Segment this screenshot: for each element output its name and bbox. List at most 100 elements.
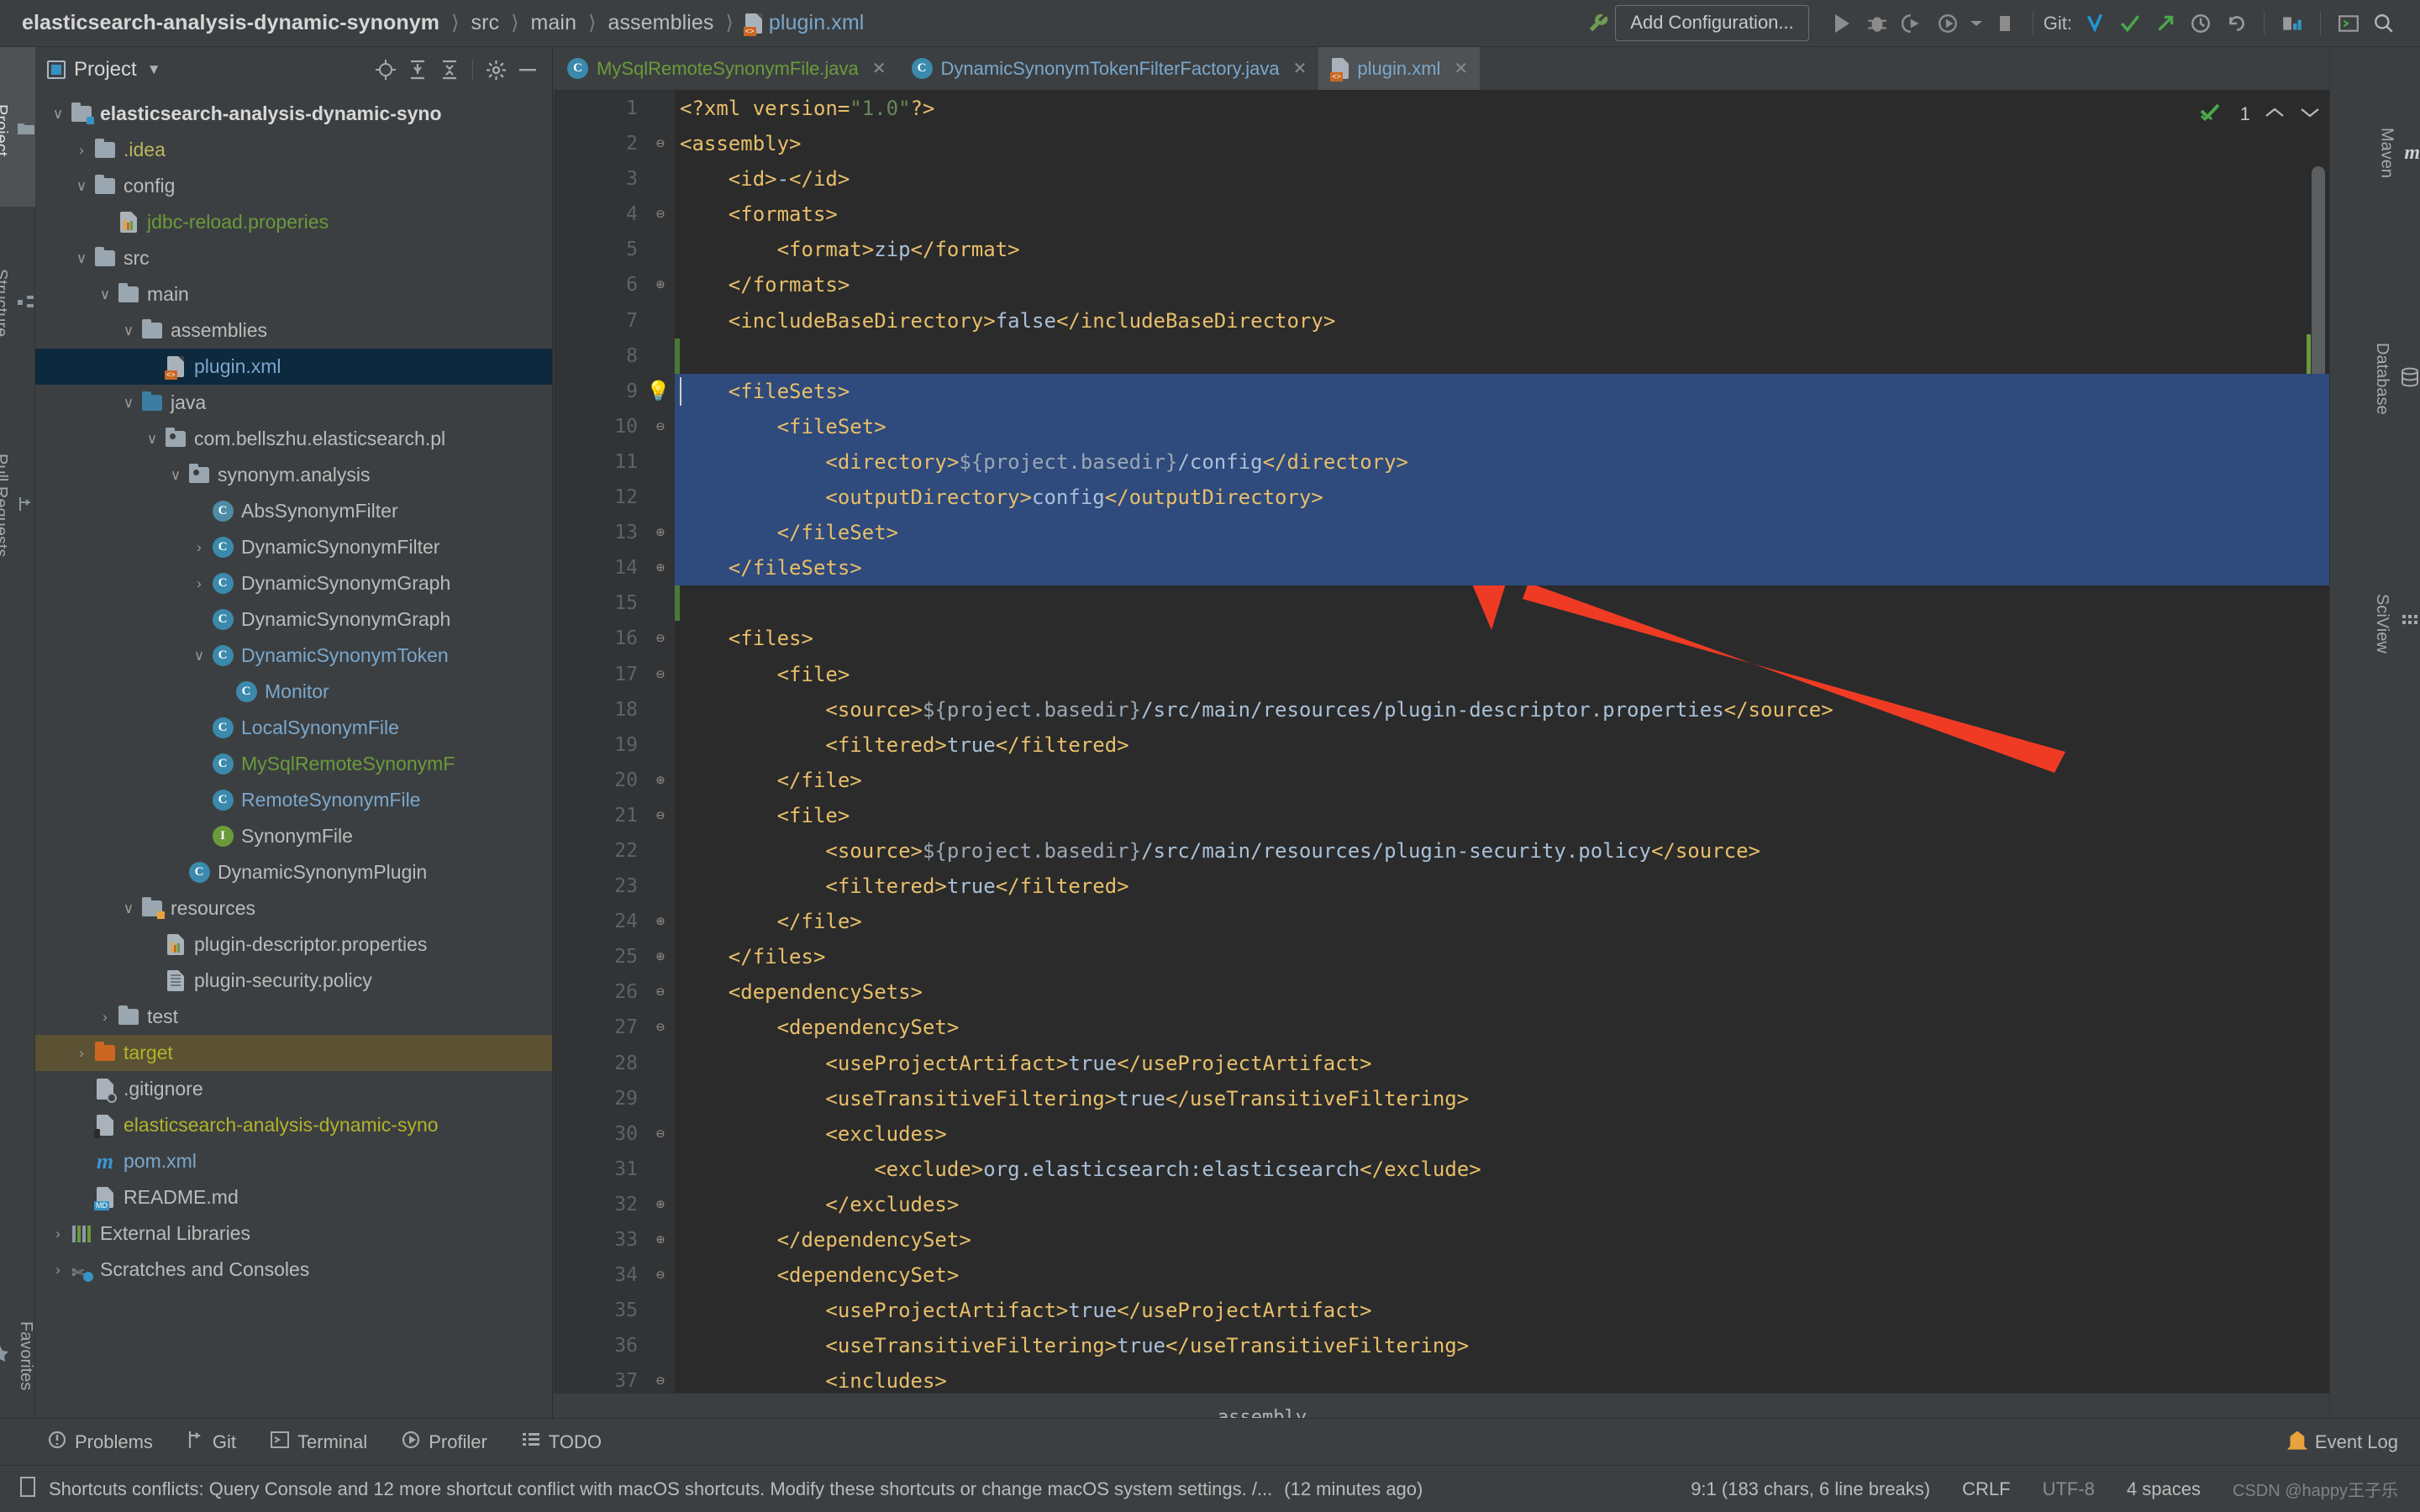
- tree-expand-arrow-icon[interactable]: ∨: [188, 648, 210, 664]
- tree-expand-arrow-icon[interactable]: ·: [188, 792, 210, 809]
- code-line[interactable]: 17 ⊖ <file>: [614, 657, 2329, 692]
- tree-expand-arrow-icon[interactable]: ·: [188, 756, 210, 773]
- bottom-item-git[interactable]: Git: [187, 1430, 236, 1455]
- code-fold-toggle-icon[interactable]: ⊕: [651, 550, 670, 585]
- tree-expand-arrow-icon[interactable]: ›: [94, 1009, 116, 1026]
- line-separator[interactable]: CRLF: [1962, 1478, 2010, 1500]
- chevron-down-icon[interactable]: ▼: [147, 61, 161, 78]
- git-commit-icon[interactable]: [2112, 6, 2148, 41]
- code-line[interactable]: 30 ⊖ <excludes>: [614, 1116, 2329, 1152]
- tree-expand-arrow-icon[interactable]: ·: [188, 612, 210, 628]
- bottom-item-problems[interactable]: Problems: [47, 1430, 153, 1455]
- code-line[interactable]: 25 ⊕ </files>: [614, 939, 2329, 974]
- tree-node[interactable]: ∨ assemblies: [35, 312, 552, 349]
- code-line[interactable]: 29 <useTransitiveFiltering>true</useTran…: [614, 1081, 2329, 1116]
- code-line[interactable]: 34 ⊖ <dependencySet>: [614, 1257, 2329, 1293]
- code-line[interactable]: 8: [626, 339, 2329, 374]
- sidebar-item-project[interactable]: Project: [0, 47, 35, 207]
- tree-node[interactable]: ·m pom.xml: [35, 1143, 552, 1179]
- breadcrumb-item-file[interactable]: <> plugin.xml: [743, 11, 865, 36]
- code-line[interactable]: 32 ⊕ </excludes>: [614, 1187, 2329, 1222]
- code-line[interactable]: 7 <includeBaseDirectory>false</includeBa…: [626, 303, 2329, 339]
- file-encoding[interactable]: UTF-8: [2043, 1478, 2095, 1500]
- code-fold-toggle-icon[interactable]: ⊕: [651, 267, 670, 302]
- tree-node[interactable]: ·C DynamicSynonymPlugin: [35, 854, 552, 890]
- tree-expand-arrow-icon[interactable]: ∨: [118, 323, 139, 339]
- code-line[interactable]: 14 ⊕ </fileSets>: [614, 550, 2329, 586]
- tree-node[interactable]: › target: [35, 1035, 552, 1071]
- expand-all-icon[interactable]: [403, 55, 432, 84]
- code-fold-toggle-icon[interactable]: ⊖: [651, 657, 670, 692]
- tree-node[interactable]: ·I SynonymFile: [35, 818, 552, 854]
- project-structure-icon[interactable]: [2275, 6, 2310, 41]
- tree-expand-arrow-icon[interactable]: ∨: [165, 467, 187, 484]
- code-line[interactable]: 21 ⊖ <file>: [614, 798, 2329, 833]
- code-fold-toggle-icon[interactable]: ⊖: [651, 1363, 670, 1393]
- tree-node[interactable]: › External Libraries: [35, 1215, 552, 1252]
- code-line[interactable]: 23 <filtered>true</filtered>: [614, 869, 2329, 904]
- tree-expand-arrow-icon[interactable]: ·: [141, 937, 163, 953]
- tree-node[interactable]: ∨ main: [35, 276, 552, 312]
- code-line[interactable]: 3 <id>-</id>: [626, 161, 2329, 197]
- code-line[interactable]: 15: [614, 585, 2329, 621]
- tree-expand-arrow-icon[interactable]: ·: [141, 359, 163, 375]
- code-line[interactable]: 33 ⊕ </dependencySet>: [614, 1222, 2329, 1257]
- tree-node[interactable]: › C DynamicSynonymGraph: [35, 565, 552, 601]
- code-line[interactable]: 19 <filtered>true</filtered>: [614, 727, 2329, 763]
- code-line[interactable]: 28 <useProjectArtifact>true</useProjectA…: [614, 1046, 2329, 1081]
- tree-node[interactable]: ·C MySqlRemoteSynonymF: [35, 746, 552, 782]
- tree-expand-arrow-icon[interactable]: ·: [188, 503, 210, 520]
- tree-expand-arrow-icon[interactable]: ·: [71, 1189, 92, 1206]
- tree-node[interactable]: · elasticsearch-analysis-dynamic-syno: [35, 1107, 552, 1143]
- code-fold-toggle-icon[interactable]: ⊕: [651, 515, 670, 550]
- tree-node[interactable]: › .idea: [35, 132, 552, 168]
- code-line[interactable]: 11 <directory>${project.basedir}/config<…: [614, 444, 2329, 480]
- code-fold-toggle-icon[interactable]: ⊕: [651, 763, 670, 798]
- project-tree[interactable]: ∨ elasticsearch-analysis-dynamic-syno › .id…: [35, 92, 552, 1441]
- code-line[interactable]: 4 ⊖ <formats>: [626, 197, 2329, 232]
- code-editor[interactable]: 1 <?xml version="1.0"?> 2 ⊖ <assembly> 3 <id>…: [554, 91, 2329, 1393]
- debug-icon[interactable]: [1860, 6, 1895, 41]
- code-line[interactable]: 9 ⊖ 💡 <fileSets>: [626, 373, 2329, 409]
- tree-expand-arrow-icon[interactable]: ∨: [118, 395, 139, 412]
- git-update-icon[interactable]: [2077, 6, 2112, 41]
- tree-expand-arrow-icon[interactable]: ∨: [94, 286, 116, 303]
- add-configuration-button[interactable]: Add Configuration...: [1615, 5, 1809, 41]
- tree-expand-arrow-icon[interactable]: ›: [188, 575, 210, 592]
- code-line[interactable]: 5 <format>zip</format>: [626, 232, 2329, 267]
- tree-expand-arrow-icon[interactable]: ›: [71, 1045, 92, 1062]
- code-fold-toggle-icon[interactable]: ⊖: [651, 798, 670, 833]
- inspection-widget[interactable]: 1: [2200, 94, 2321, 134]
- code-line[interactable]: 10 ⊖ <fileSet>: [614, 408, 2329, 444]
- tree-expand-arrow-icon[interactable]: ›: [71, 142, 92, 159]
- tree-node[interactable]: ·C DynamicSynonymGraph: [35, 601, 552, 638]
- tree-expand-arrow-icon[interactable]: ·: [188, 720, 210, 737]
- code-fold-toggle-icon[interactable]: ⊕: [651, 1187, 670, 1222]
- sidebar-item-sciview[interactable]: SciView: [2329, 506, 2420, 732]
- bottom-item-terminal[interactable]: Terminal: [270, 1431, 367, 1454]
- git-rollback-icon[interactable]: [2218, 6, 2254, 41]
- tree-expand-arrow-icon[interactable]: ·: [71, 1081, 92, 1098]
- code-line[interactable]: 1 <?xml version="1.0"?>: [626, 91, 2329, 126]
- code-line[interactable]: 16 ⊖ <files>: [614, 621, 2329, 656]
- wrench-icon[interactable]: [1580, 6, 1615, 41]
- sidebar-item-pull-requests[interactable]: Pull Requests: [0, 393, 35, 612]
- tree-node[interactable]: ∨ config: [35, 168, 552, 204]
- code-fold-toggle-icon[interactable]: ⊕: [651, 939, 670, 974]
- prev-problem-icon[interactable]: [2264, 105, 2286, 124]
- tree-node[interactable]: ·<> plugin.xml: [35, 349, 552, 385]
- code-line[interactable]: 26 ⊖ <dependencySets>: [614, 974, 2329, 1010]
- tree-expand-arrow-icon[interactable]: ›: [47, 1262, 69, 1278]
- breadcrumb-item-main[interactable]: main: [530, 11, 576, 35]
- tree-node[interactable]: ∨ src: [35, 240, 552, 276]
- code-fold-toggle-icon[interactable]: ⊕: [651, 1222, 670, 1257]
- code-line[interactable]: 20 ⊕ </file>: [614, 763, 2329, 798]
- run-icon[interactable]: [1824, 6, 1860, 41]
- code-line[interactable]: 12 <outputDirectory>config</outputDirect…: [614, 480, 2329, 516]
- locate-icon[interactable]: [371, 55, 400, 84]
- tree-node[interactable]: › Scratches and Consoles: [35, 1252, 552, 1288]
- tree-expand-arrow-icon[interactable]: ∨: [118, 900, 139, 917]
- indent-setting[interactable]: 4 spaces: [2127, 1478, 2201, 1500]
- profile-icon[interactable]: [1930, 6, 1965, 41]
- tree-expand-arrow-icon[interactable]: ∨: [141, 431, 163, 448]
